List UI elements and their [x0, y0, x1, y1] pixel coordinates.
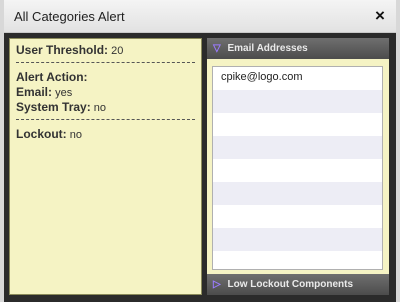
dialog-titlebar: All Categories Alert × [4, 0, 396, 33]
user-threshold-label: User Threshold: [16, 43, 109, 57]
email-value: yes [55, 87, 73, 99]
email-list-row[interactable] [213, 205, 382, 228]
lockout-line: Lockout: no [16, 127, 195, 142]
email-addresses-title: Email Addresses [227, 43, 308, 54]
dialog-body: User Threshold: 20 Alert Action: Email: … [4, 33, 396, 302]
email-list-row[interactable] [213, 159, 382, 182]
alert-info-panel: User Threshold: 20 Alert Action: Email: … [9, 38, 202, 295]
email-address-list[interactable]: cpike@logo.com [212, 66, 383, 270]
dialog-title: All Categories Alert [14, 9, 125, 24]
divider [16, 62, 195, 64]
email-addresses-header[interactable]: ▽ Email Addresses [207, 38, 389, 59]
system-tray-value: no [93, 102, 107, 114]
email-list-row[interactable] [213, 113, 382, 136]
email-list-row[interactable] [213, 90, 382, 113]
email-list-row[interactable] [213, 182, 382, 205]
user-threshold-line: User Threshold: 20 [16, 43, 195, 58]
alert-action-line: Alert Action: [16, 70, 195, 85]
expanded-triangle-icon: ▽ [213, 43, 221, 54]
alert-dialog: All Categories Alert × User Threshold: 2… [4, 0, 396, 302]
email-list-row[interactable] [213, 228, 382, 251]
system-tray-line: System Tray: no [16, 100, 195, 115]
alert-action-label: Alert Action: [16, 70, 88, 84]
system-tray-label: System Tray: [16, 100, 91, 114]
low-lockout-components-header[interactable]: ▷ Low Lockout Components [207, 274, 389, 295]
email-line: Email: yes [16, 85, 195, 100]
user-threshold-value: 20 [111, 45, 124, 57]
email-list-row[interactable] [213, 136, 382, 159]
lockout-value: no [69, 129, 82, 141]
low-lockout-components-title: Low Lockout Components [227, 279, 354, 290]
collapsed-triangle-icon: ▷ [213, 279, 221, 290]
close-icon[interactable]: × [370, 6, 390, 26]
email-list-row[interactable]: cpike@logo.com [213, 67, 382, 90]
email-label: Email: [16, 85, 53, 99]
divider [16, 119, 195, 121]
right-column: ▽ Email Addresses cpike@logo.com ▷ Low L… [207, 38, 389, 295]
lockout-label: Lockout: [16, 127, 67, 141]
email-list-row[interactable] [213, 251, 382, 269]
